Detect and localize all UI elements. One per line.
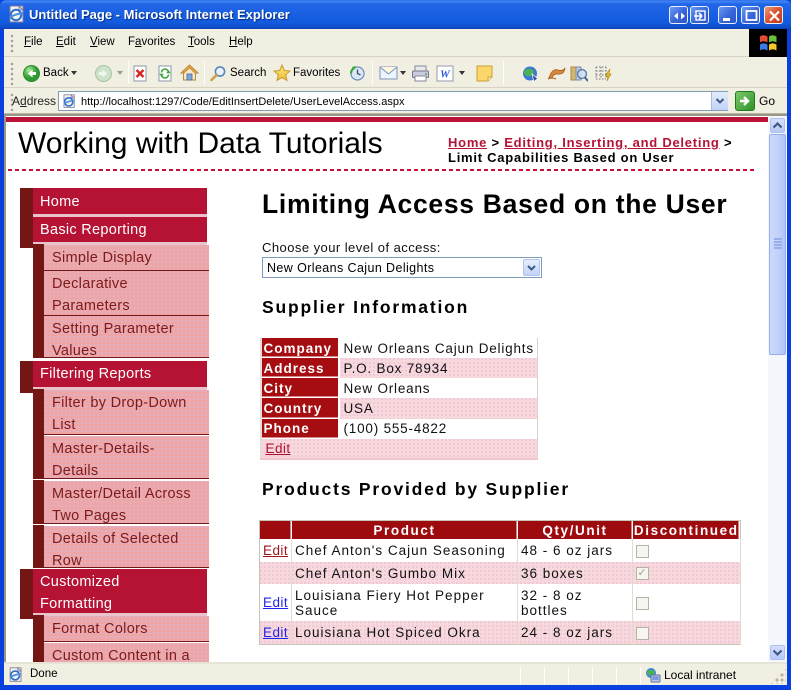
svg-text:W: W <box>440 69 451 81</box>
